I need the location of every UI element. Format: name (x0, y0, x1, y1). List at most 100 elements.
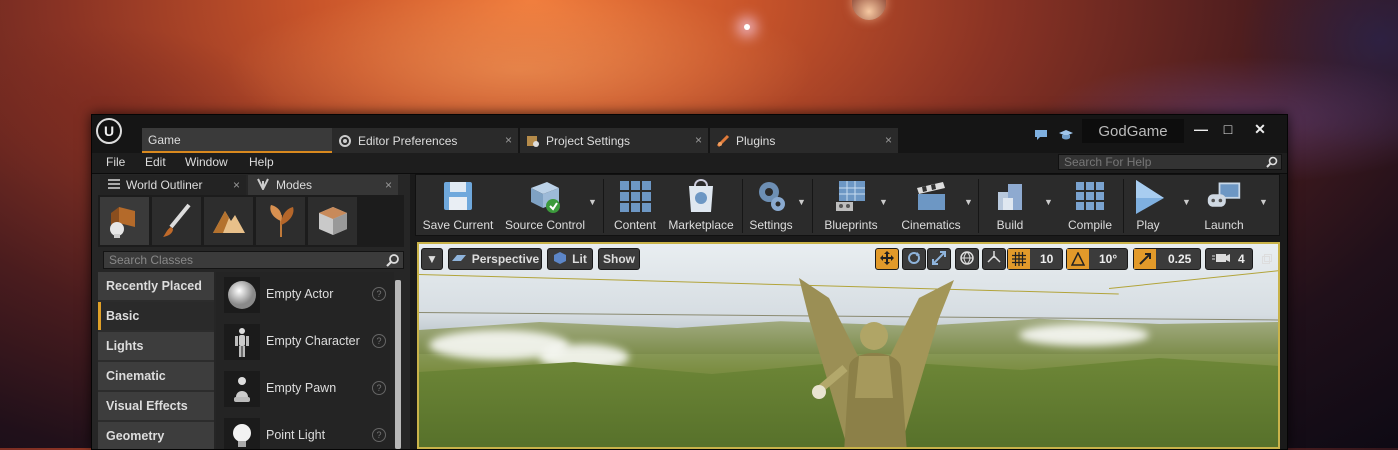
graduation-cap-icon[interactable] (1058, 129, 1074, 144)
build-dropdown-icon[interactable]: ▼ (1044, 197, 1053, 207)
category-recently-placed[interactable]: Recently Placed (98, 272, 214, 300)
list-item[interactable]: Empty Actor ? (220, 273, 390, 317)
bounds-line (419, 274, 1119, 295)
foliage-mode-button[interactable] (256, 197, 305, 245)
landscape-mode-button[interactable] (204, 197, 253, 245)
place-mode-button[interactable] (100, 197, 149, 245)
menu-help[interactable]: Help (249, 155, 274, 169)
help-icon[interactable]: ? (372, 334, 386, 348)
help-icon[interactable]: ? (372, 287, 386, 301)
save-current-button[interactable]: Save Current (420, 178, 496, 234)
unreal-logo-icon[interactable]: U (96, 118, 122, 144)
close-tab-icon[interactable]: × (505, 133, 512, 147)
cinematics-dropdown-icon[interactable]: ▼ (964, 197, 973, 207)
blueprints-dropdown-icon[interactable]: ▼ (879, 197, 888, 207)
category-lights[interactable]: Lights (98, 332, 214, 360)
landscape-mode-icon (212, 211, 245, 233)
viewport-toolbar: ▼ Perspective Lit Show 10 10° 0.25 4 (419, 244, 1278, 274)
angel-statue-mesh[interactable] (789, 278, 959, 449)
build-icon (992, 178, 1028, 214)
maximize-viewport-icon[interactable] (1262, 253, 1272, 264)
viewport-options-button[interactable]: ▼ (421, 248, 443, 270)
close-tab-icon[interactable]: × (233, 178, 240, 192)
chat-bubble-icon[interactable] (1034, 129, 1048, 144)
camera-speed-control[interactable]: 4 (1205, 248, 1253, 270)
rotate-icon (906, 250, 922, 269)
world-local-toggle[interactable] (955, 248, 979, 270)
compile-button[interactable]: Compile (1062, 178, 1118, 234)
source-control-button[interactable]: Source Control (502, 178, 588, 234)
translate-tool-button[interactable] (875, 248, 899, 270)
source-control-dropdown-icon[interactable]: ▼ (588, 197, 597, 207)
settings-button[interactable]: Settings (746, 178, 796, 234)
scale-snap-icon (1134, 249, 1156, 269)
list-item[interactable]: Point Light ? (220, 414, 390, 449)
category-visual-effects[interactable]: Visual Effects (98, 392, 214, 420)
play-dropdown-icon[interactable]: ▼ (1182, 197, 1191, 207)
toolbar-label: Build (996, 218, 1024, 232)
scale-tool-button[interactable] (927, 248, 951, 270)
main-toolbar: Save Current Source Control ▼ Content Ma… (415, 174, 1280, 236)
help-icon[interactable]: ? (372, 381, 386, 395)
close-window-button[interactable]: ✕ (1249, 119, 1271, 139)
search-classes-placeholder: Search Classes (109, 253, 194, 267)
category-geometry[interactable]: Geometry (98, 422, 214, 449)
rotate-tool-button[interactable] (902, 248, 926, 270)
level-viewport[interactable]: ▼ Perspective Lit Show 10 10° 0.25 4 (417, 242, 1280, 449)
launch-button[interactable]: Launch (1196, 178, 1252, 234)
list-item[interactable]: Empty Pawn ? (220, 367, 390, 411)
minimize-button[interactable]: — (1190, 119, 1212, 139)
tab-modes[interactable]: Modes × (248, 175, 398, 195)
lit-button[interactable]: Lit (547, 248, 593, 270)
content-button[interactable]: Content (608, 178, 662, 234)
help-icon[interactable]: ? (372, 428, 386, 442)
tab-editor-preferences[interactable]: Editor Preferences × (332, 128, 518, 153)
tab-project-settings[interactable]: Project Settings × (520, 128, 708, 153)
category-cinematic[interactable]: Cinematic (98, 362, 214, 390)
project-name-label: GodGame (1082, 119, 1184, 143)
menu-window[interactable]: Window (185, 155, 228, 169)
menu-edit[interactable]: Edit (145, 155, 166, 169)
list-item[interactable]: Empty Character ? (220, 320, 390, 364)
close-tab-icon[interactable]: × (695, 133, 702, 147)
marketplace-icon (683, 178, 719, 214)
show-button[interactable]: Show (598, 248, 640, 270)
toolbar-label: Blueprints (824, 218, 878, 232)
camera-speed-icon (1212, 252, 1230, 267)
launch-dropdown-icon[interactable]: ▼ (1259, 197, 1268, 207)
category-basic[interactable]: Basic (98, 302, 214, 330)
scale-icon (931, 250, 947, 269)
maximize-button[interactable]: □ (1217, 119, 1239, 139)
perspective-button[interactable]: Perspective (448, 248, 542, 270)
marketplace-button[interactable]: Marketplace (666, 178, 736, 234)
toolbar-label: Content (613, 218, 657, 232)
close-tab-icon[interactable]: × (385, 178, 392, 192)
menu-file[interactable]: File (106, 155, 125, 169)
rotation-snap-control[interactable]: 10° (1066, 248, 1128, 270)
grid-snap-control[interactable]: 10 (1007, 248, 1063, 270)
tab-game[interactable]: Game (142, 128, 332, 153)
blueprints-button[interactable]: Blueprints (816, 178, 886, 234)
surface-snap-button[interactable] (982, 248, 1006, 270)
tab-world-outliner[interactable]: World Outliner × (100, 175, 246, 195)
close-tab-icon[interactable]: × (885, 133, 892, 147)
scale-snap-control[interactable]: 0.25 (1133, 248, 1201, 270)
settings-dropdown-icon[interactable]: ▼ (797, 197, 806, 207)
placeable-items-list: Empty Actor ? Empty Character ? Empty Pa… (216, 272, 394, 449)
toolbar-label: Source Control (504, 218, 586, 232)
play-button[interactable]: Play (1126, 178, 1170, 234)
help-search-input[interactable]: Search For Help (1058, 154, 1282, 170)
toolbar-label: Save Current (422, 218, 494, 232)
mesh-paint-mode-button[interactable] (308, 197, 357, 245)
paint-mode-button[interactable] (152, 197, 201, 245)
cinematics-button[interactable]: Cinematics (896, 178, 966, 234)
toolbar-label: Settings (749, 218, 793, 232)
build-button[interactable]: Build (986, 178, 1034, 234)
place-mode-icon (109, 207, 135, 238)
tab-plugins[interactable]: Plugins × (710, 128, 898, 153)
tab-label: Modes (276, 178, 313, 192)
scrollbar-thumb[interactable] (395, 280, 401, 449)
mode-selector-bar (98, 195, 404, 247)
search-classes-input[interactable]: Search Classes (103, 251, 404, 269)
items-scrollbar[interactable] (395, 280, 401, 449)
